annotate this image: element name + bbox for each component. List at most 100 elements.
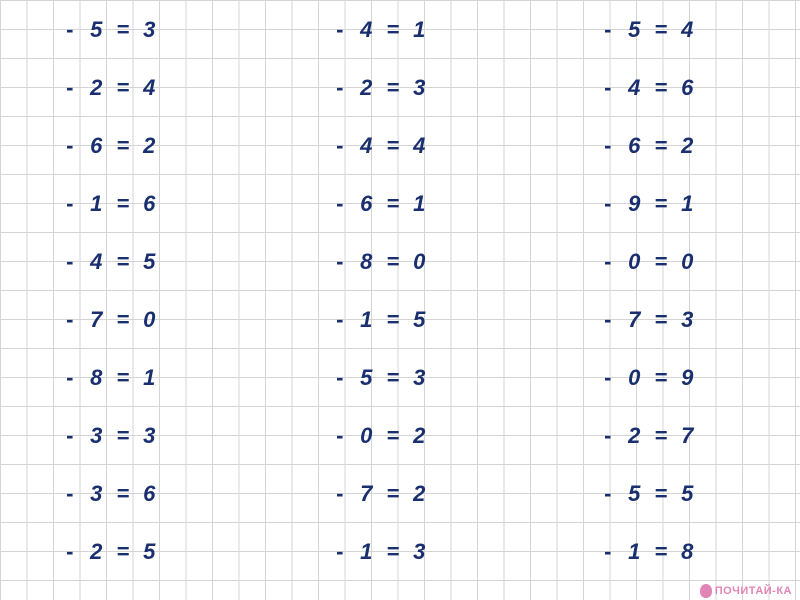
blank-minuend-cell[interactable] xyxy=(300,189,327,218)
subtrahend-value: 4 xyxy=(621,73,648,102)
blank-minuend-cell[interactable] xyxy=(568,421,595,450)
equation-col-1: -5=3 xyxy=(30,15,163,44)
result-value: 0 xyxy=(406,247,433,276)
equals-sign: = xyxy=(380,73,407,102)
minus-sign: - xyxy=(57,73,84,102)
equals-sign: = xyxy=(648,15,675,44)
blank-minuend-cell[interactable] xyxy=(30,131,57,160)
result-value: 2 xyxy=(406,421,433,450)
subtrahend-value: 6 xyxy=(83,131,110,160)
minus-sign: - xyxy=(327,189,354,218)
minus-sign: - xyxy=(595,363,622,392)
equals-sign: = xyxy=(110,537,137,566)
equation-col-2: -0=2 xyxy=(300,421,433,450)
equals-sign: = xyxy=(648,247,675,276)
equals-sign: = xyxy=(380,421,407,450)
subtrahend-value: 6 xyxy=(621,131,648,160)
equals-sign: = xyxy=(380,537,407,566)
result-value: 6 xyxy=(136,479,163,508)
blank-minuend-cell[interactable] xyxy=(30,305,57,334)
equation-col-2: -8=0 xyxy=(300,247,433,276)
minus-sign: - xyxy=(57,131,84,160)
result-value: 1 xyxy=(674,189,701,218)
minus-sign: - xyxy=(327,247,354,276)
equals-sign: = xyxy=(380,189,407,218)
result-value: 2 xyxy=(674,131,701,160)
subtrahend-value: 2 xyxy=(353,73,380,102)
minus-sign: - xyxy=(57,15,84,44)
equals-sign: = xyxy=(110,305,137,334)
blank-minuend-cell[interactable] xyxy=(300,537,327,566)
blank-minuend-cell[interactable] xyxy=(568,479,595,508)
blank-minuend-cell[interactable] xyxy=(568,15,595,44)
minus-sign: - xyxy=(327,305,354,334)
result-value: 4 xyxy=(136,73,163,102)
minus-sign: - xyxy=(57,305,84,334)
blank-minuend-cell[interactable] xyxy=(30,421,57,450)
equation-col-3: -0=0 xyxy=(568,247,701,276)
subtrahend-value: 6 xyxy=(353,189,380,218)
blank-minuend-cell[interactable] xyxy=(568,537,595,566)
blank-minuend-cell[interactable] xyxy=(300,247,327,276)
subtrahend-value: 3 xyxy=(83,421,110,450)
blank-minuend-cell[interactable] xyxy=(568,189,595,218)
blank-minuend-cell[interactable] xyxy=(300,363,327,392)
result-value: 2 xyxy=(406,479,433,508)
blank-minuend-cell[interactable] xyxy=(300,15,327,44)
subtrahend-value: 5 xyxy=(621,479,648,508)
blank-minuend-cell[interactable] xyxy=(30,479,57,508)
equals-sign: = xyxy=(648,479,675,508)
subtrahend-value: 1 xyxy=(83,189,110,218)
equation-row: -2=5-1=3-1=8 xyxy=(0,537,800,566)
equation-col-2: -2=3 xyxy=(300,73,433,102)
blank-minuend-cell[interactable] xyxy=(568,363,595,392)
result-value: 4 xyxy=(674,15,701,44)
blank-minuend-cell[interactable] xyxy=(300,73,327,102)
blank-minuend-cell[interactable] xyxy=(30,73,57,102)
blank-minuend-cell[interactable] xyxy=(568,131,595,160)
equation-col-3: -6=2 xyxy=(568,131,701,160)
result-value: 6 xyxy=(674,73,701,102)
blank-minuend-cell[interactable] xyxy=(300,421,327,450)
minus-sign: - xyxy=(57,537,84,566)
subtrahend-value: 0 xyxy=(353,421,380,450)
subtrahend-value: 7 xyxy=(621,305,648,334)
equation-col-2: -7=2 xyxy=(300,479,433,508)
minus-sign: - xyxy=(595,189,622,218)
equation-col-1: -1=6 xyxy=(30,189,163,218)
result-value: 6 xyxy=(136,189,163,218)
watermark: ПОЧИТАЙ-КА xyxy=(700,584,792,598)
equation-col-3: -1=8 xyxy=(568,537,701,566)
equation-col-3: -5=4 xyxy=(568,15,701,44)
minus-sign: - xyxy=(327,421,354,450)
equation-col-1: -7=0 xyxy=(30,305,163,334)
result-value: 5 xyxy=(136,247,163,276)
blank-minuend-cell[interactable] xyxy=(568,247,595,276)
equation-row: -1=6-6=1-9=1 xyxy=(0,189,800,218)
equals-sign: = xyxy=(648,189,675,218)
worksheet-content: -5=3-4=1-5=4-2=4-2=3-4=6-6=2-4=4-6=2-1=6… xyxy=(0,0,800,600)
equation-col-1: -3=3 xyxy=(30,421,163,450)
equals-sign: = xyxy=(110,363,137,392)
minus-sign: - xyxy=(57,247,84,276)
blank-minuend-cell[interactable] xyxy=(30,15,57,44)
blank-minuend-cell[interactable] xyxy=(568,73,595,102)
subtrahend-value: 9 xyxy=(621,189,648,218)
equation-col-3: -2=7 xyxy=(568,421,701,450)
blank-minuend-cell[interactable] xyxy=(300,305,327,334)
subtrahend-value: 2 xyxy=(83,537,110,566)
blank-minuend-cell[interactable] xyxy=(30,363,57,392)
equals-sign: = xyxy=(648,363,675,392)
blank-minuend-cell[interactable] xyxy=(30,537,57,566)
blank-minuend-cell[interactable] xyxy=(300,131,327,160)
result-value: 0 xyxy=(674,247,701,276)
minus-sign: - xyxy=(327,131,354,160)
blank-minuend-cell[interactable] xyxy=(568,305,595,334)
equals-sign: = xyxy=(380,479,407,508)
equals-sign: = xyxy=(380,15,407,44)
watermark-icon xyxy=(700,584,712,598)
equation-col-2: -1=3 xyxy=(300,537,433,566)
blank-minuend-cell[interactable] xyxy=(30,189,57,218)
blank-minuend-cell[interactable] xyxy=(30,247,57,276)
blank-minuend-cell[interactable] xyxy=(300,479,327,508)
